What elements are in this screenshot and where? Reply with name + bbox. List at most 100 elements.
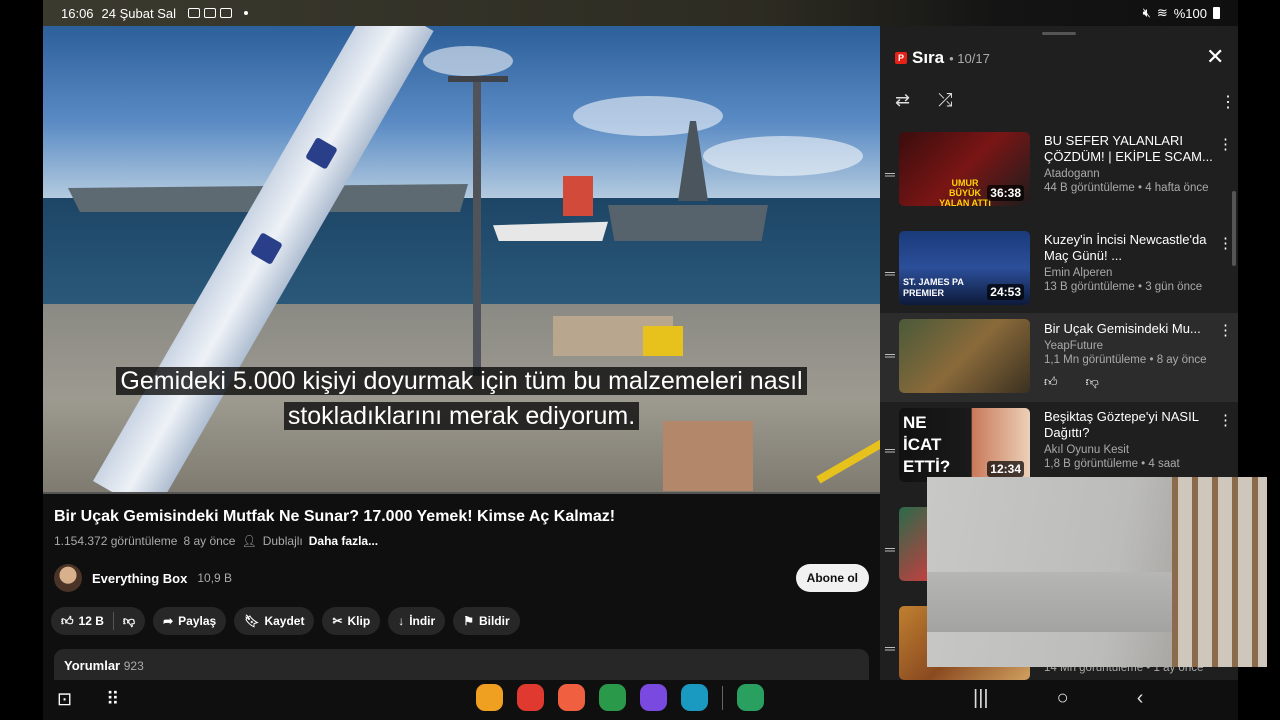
crane-marking	[250, 232, 283, 265]
queue-item-stats: 13 B görüntüleme • 3 gün önce	[1044, 281, 1203, 293]
clip-button[interactable]: ✂ Klip	[322, 607, 381, 635]
comments-count: 923	[123, 659, 144, 673]
drag-icon[interactable]: ═	[885, 541, 895, 557]
download-button[interactable]: ↓ İndir	[388, 607, 446, 635]
drag-icon[interactable]: ═	[885, 265, 895, 281]
camera-window-frame	[1172, 477, 1267, 667]
save-button[interactable]: 🔖︎ Kaydet	[234, 607, 315, 635]
drag-icon[interactable]: ═	[885, 166, 895, 182]
video-thumbnail[interactable]: NE İCAT ETTİ? 12:34	[899, 408, 1030, 482]
video-thumbnail[interactable]	[899, 319, 1030, 393]
camera-wall	[927, 572, 1187, 632]
queue-title: Sıra	[912, 48, 945, 67]
queue-item-title: Kuzey'in İncisi Newcastle'da Maç Günü! .…	[1044, 232, 1207, 263]
browser-app-icon[interactable]	[640, 684, 667, 711]
queue-tools: ⇄ ⤮	[895, 90, 953, 111]
queue-item-stats: 44 B görüntüleme • 4 hafta önce	[1044, 182, 1209, 194]
contacts-app-icon[interactable]	[558, 684, 585, 711]
like-count[interactable]: 12 B	[79, 614, 104, 628]
more-vert-icon[interactable]: ⋮	[1220, 92, 1236, 112]
drag-icon[interactable]: ═	[885, 347, 895, 363]
download-label: İndir	[409, 614, 436, 628]
more-vert-icon[interactable]: ⋮	[1218, 321, 1233, 339]
screenshot-icon[interactable]: ⊡	[57, 689, 72, 710]
status-time: 16:06	[61, 5, 94, 21]
drag-handle[interactable]	[1042, 32, 1076, 35]
download-icon: ↓	[398, 614, 405, 628]
more-vert-icon[interactable]: ⋮	[1218, 234, 1233, 252]
battery-icon	[1213, 7, 1220, 19]
thumbnail-text: NE İCAT ETTİ?	[903, 413, 951, 476]
view-count: 1.154.372 görüntüleme	[54, 534, 178, 548]
status-date: 24 Şubat Sal	[101, 5, 176, 21]
action-bar: 👍︎ 12 B 👎︎ ➦ Paylaş 🔖︎ Kaydet ✂ Klip ↓ İndir…	[51, 607, 520, 635]
video-meta[interactable]: 1.154.372 görüntüleme 8 ay önce 👤︎ Dubla…	[54, 534, 378, 548]
calendar-app-icon[interactable]	[681, 684, 708, 711]
app-drawer-icon[interactable]: ⠿	[106, 689, 119, 710]
subscribe-button[interactable]: Abone ol	[795, 564, 869, 592]
cloud	[423, 46, 513, 76]
repeat-icon[interactable]: ⇄	[895, 90, 910, 111]
files-app-icon[interactable]	[476, 684, 503, 711]
like-icon[interactable]: 👍︎	[1044, 374, 1058, 390]
back-icon[interactable]: ‹	[1137, 687, 1144, 710]
notification-icons	[188, 8, 232, 18]
dislike-icon[interactable]: 👎︎	[123, 614, 135, 629]
shuffle-icon[interactable]: ⤮	[938, 90, 952, 111]
video-thumbnail[interactable]: ST. JAMES PA PREMIER 24:53	[899, 231, 1030, 305]
drag-icon[interactable]: ═	[885, 640, 895, 656]
close-icon[interactable]: ✕	[1206, 44, 1224, 70]
more-vert-icon[interactable]: ⋮	[1218, 135, 1233, 153]
video-thumbnail[interactable]: UMUR BÜYÜK YALAN ATTI 36:38	[899, 132, 1030, 206]
thumbnail-text: ST. JAMES PA PREMIER	[903, 277, 964, 298]
forklift	[643, 326, 683, 356]
queue-item-stats: 1,1 Mn görüntüleme • 8 ay önce	[1044, 354, 1207, 366]
notification-icon	[204, 8, 216, 18]
like-icon[interactable]: 👍︎	[61, 614, 74, 629]
more-link[interactable]: Daha fazla...	[309, 534, 378, 548]
recents-icon[interactable]: |||	[973, 687, 989, 710]
video-info: Bir Uçak Gemisindeki Mutfak Ne Sunar? 17…	[43, 494, 880, 683]
wifi-icon: ≋	[1156, 5, 1168, 20]
drag-icon[interactable]: ═	[885, 442, 895, 458]
channel-avatar[interactable]	[54, 564, 82, 592]
divider	[112, 612, 114, 630]
comments-label: Yorumlar	[64, 658, 121, 673]
notification-icon	[220, 8, 232, 18]
dislike-icon[interactable]: 👎︎	[1086, 374, 1099, 390]
recent-app-icon[interactable]	[737, 684, 764, 711]
calculator-app-icon[interactable]	[599, 684, 626, 711]
video-player[interactable]: Gemideki 5.000 kişiyi doyurmak için tüm …	[43, 26, 880, 494]
queue-item[interactable]: ═ ST. JAMES PA PREMIER 24:53 Kuzey'in İn…	[880, 231, 1238, 317]
cloud	[573, 96, 723, 136]
queue-item[interactable]: ═ UMUR BÜYÜK YALAN ATTI 36:38 BU SEFER Y…	[880, 132, 1238, 218]
channel-name[interactable]: Everything Box	[92, 571, 187, 586]
share-icon: ➦	[163, 614, 174, 628]
playlist-badge-icon: P	[895, 52, 907, 64]
report-button[interactable]: ⚑ Bildir	[453, 607, 520, 635]
queue-position: • 10/17	[949, 50, 990, 66]
subscriber-count: 10,9 B	[197, 571, 233, 585]
share-button[interactable]: ➦ Paylaş	[153, 607, 227, 635]
more-vert-icon[interactable]: ⋮	[1218, 411, 1233, 429]
report-label: Bildir	[478, 614, 510, 628]
notes-app-icon[interactable]	[517, 684, 544, 711]
video-title: Bir Uçak Gemisindeki Mutfak Ne Sunar? 17…	[54, 508, 616, 525]
duration-badge: 36:38	[987, 185, 1024, 201]
upload-age: 8 ay önce	[183, 534, 236, 548]
queue-item-title: Bir Uçak Gemisindeki Mu...	[1044, 321, 1201, 336]
queue-item-channel: Akıl Oyunu Kesit	[1044, 444, 1130, 456]
clip-label: Klip	[347, 614, 371, 628]
queue-scrollbar[interactable]	[1232, 191, 1236, 266]
queue-header: P Sıra • 10/17	[895, 48, 990, 68]
queue-item-channel: Emin Alperen	[1044, 267, 1113, 279]
comments-section[interactable]: Yorumlar 923	[54, 649, 869, 683]
mute-icon: 🔇︎	[1142, 5, 1151, 20]
queue-item-title: Beşiktaş Göztepe'yi NASIL Dağıttı?	[1044, 409, 1199, 440]
queue-item-now-playing[interactable]: ═ Bir Uçak Gemisindeki Mu... YeapFuture …	[880, 313, 1238, 402]
notification-icon	[188, 8, 200, 18]
home-icon[interactable]: ○	[1057, 687, 1069, 710]
navigation-bar: ⊡ ⠿ ||| ○ ‹	[43, 680, 1238, 720]
save-label: Kaydet	[264, 614, 305, 628]
camera-overlay[interactable]	[927, 477, 1267, 667]
